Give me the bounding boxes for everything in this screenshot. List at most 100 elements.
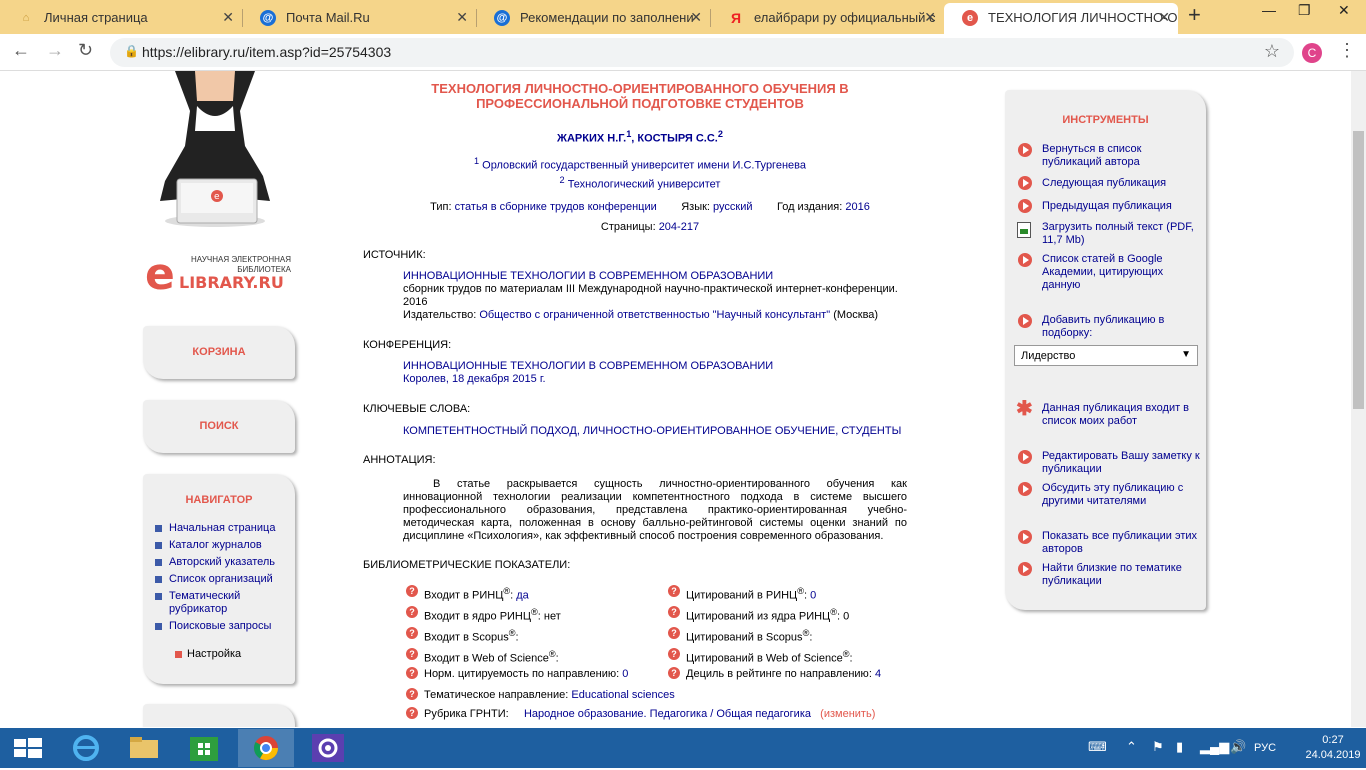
- help-icon[interactable]: ?: [406, 667, 418, 679]
- close-window-icon[interactable]: ✕: [1338, 2, 1350, 19]
- tool-add-to-collection[interactable]: Добавить публикацию в подборку:: [1042, 314, 1202, 340]
- scrollbar-thumb[interactable]: [1353, 131, 1364, 409]
- biblio-scopus: ? Входит в Scopus®:: [406, 627, 519, 644]
- taskbar-ie[interactable]: [58, 729, 114, 767]
- forward-icon[interactable]: →: [46, 40, 64, 61]
- author-2[interactable]: КОСТЫРЯ С.С.: [637, 133, 717, 145]
- profile-avatar[interactable]: C: [1302, 43, 1322, 63]
- tab-yandex-search[interactable]: Я елайбрари ру официальный с ✕: [710, 3, 944, 34]
- search-box[interactable]: ПОИСК: [143, 400, 295, 453]
- close-icon[interactable]: ✕: [1158, 3, 1170, 32]
- tab-title: елайбрари ру официальный с: [754, 10, 936, 25]
- tool-all-author-pubs[interactable]: Показать все публикации этих авторов: [1042, 530, 1202, 556]
- minimize-icon[interactable]: —: [1262, 2, 1276, 18]
- logo-tagline: НАУЧНАЯ ЭЛЕКТРОННАЯ БИБЛИОТЕКА: [191, 255, 291, 274]
- nav-item-settings[interactable]: Настройка: [175, 648, 241, 660]
- affil-1[interactable]: Орловский государственный университет им…: [482, 160, 806, 172]
- help-icon[interactable]: ?: [668, 606, 680, 618]
- signal-icon[interactable]: ▂▄▆: [1200, 739, 1229, 755]
- nav-item-organizations[interactable]: Список организаций: [155, 573, 285, 586]
- close-icon[interactable]: ✕: [690, 3, 702, 32]
- play-icon: [1018, 482, 1032, 496]
- address-bar[interactable]: 🔒 https://elibrary.ru/item.asp?id=257543…: [110, 38, 1294, 67]
- biblio-scopus-citations: ? Цитирований в Scopus®:: [668, 627, 812, 644]
- girl-laptop-illustration: e: [160, 71, 270, 227]
- affil-2-sup: 2: [559, 174, 565, 185]
- restore-icon[interactable]: ❐: [1298, 2, 1311, 19]
- taskbar-settings[interactable]: [300, 729, 356, 767]
- help-icon[interactable]: ?: [668, 648, 680, 660]
- help-icon[interactable]: ?: [668, 667, 680, 679]
- url-text[interactable]: https://elibrary.ru/item.asp?id=25754303: [142, 44, 391, 60]
- close-icon[interactable]: ✕: [924, 3, 936, 32]
- tab-personal-page[interactable]: ⌂ Личная страница ✕: [0, 3, 242, 34]
- close-icon[interactable]: ✕: [222, 3, 234, 32]
- tool-discuss[interactable]: Обсудить эту публикацию с другими читате…: [1042, 482, 1202, 508]
- tool-edit-note[interactable]: Редактировать Вашу заметку к публикации: [1042, 450, 1202, 476]
- start-button[interactable]: [0, 729, 56, 767]
- conference-title[interactable]: ИННОВАЦИОННЫЕ ТЕХНОЛОГИИ В СОВРЕМЕННОМ О…: [403, 360, 903, 373]
- taskbar-chrome[interactable]: [238, 729, 294, 767]
- source-title[interactable]: ИННОВАЦИОННЫЕ ТЕХНОЛОГИИ В СОВРЕМЕННОМ О…: [403, 270, 903, 283]
- collection-select[interactable]: Лидерство ▼: [1014, 345, 1198, 366]
- back-icon[interactable]: ←: [12, 40, 30, 61]
- help-icon[interactable]: ?: [668, 585, 680, 597]
- tool-back-to-author[interactable]: Вернуться в список публикаций автора: [1042, 143, 1202, 169]
- taskbar-store[interactable]: [176, 729, 232, 767]
- tab-elibrary-active[interactable]: e ТЕХНОЛОГИЯ ЛИЧНОСТНО-О ✕: [944, 3, 1178, 34]
- help-icon[interactable]: ?: [406, 707, 418, 719]
- nav-item-rubricator[interactable]: Тематический рубрикатор: [155, 590, 285, 616]
- nav-item-home[interactable]: Начальная страница: [155, 522, 285, 535]
- kebab-menu-icon[interactable]: ⋮: [1338, 40, 1356, 61]
- close-icon[interactable]: ✕: [456, 3, 468, 32]
- nav-item-authors[interactable]: Авторский указатель: [155, 556, 285, 569]
- tool-next-publication[interactable]: Следующая публикация: [1042, 177, 1202, 190]
- nav-item-queries[interactable]: Поисковые запросы: [155, 620, 285, 633]
- keywords-links[interactable]: КОМПЕТЕНТНОСТНЫЙ ПОДХОД, ЛИЧНОСТНО-ОРИЕН…: [403, 425, 903, 438]
- keyboard-icon[interactable]: ⌨: [1088, 739, 1107, 755]
- cart-link[interactable]: КОРЗИНА: [143, 346, 295, 358]
- publication-title: ТЕХНОЛОГИЯ ЛИЧНОСТНО-ОРИЕНТИРОВАННОГО ОБ…: [431, 81, 849, 111]
- tool-similar-pubs[interactable]: Найти близкие по тематике публикации: [1042, 562, 1202, 588]
- tool-download-pdf[interactable]: Загрузить полный текст (PDF, 11,7 Mb): [1042, 221, 1202, 247]
- tab-mail[interactable]: @ Почта Mail.Ru ✕: [242, 3, 476, 34]
- author-1[interactable]: ЖАРКИХ Н.Г.: [557, 133, 626, 145]
- bookmark-star-icon[interactable]: ☆: [1264, 41, 1280, 62]
- battery-icon[interactable]: ▮: [1176, 739, 1183, 755]
- help-icon[interactable]: ?: [406, 688, 418, 700]
- vertical-scrollbar[interactable]: [1351, 71, 1366, 727]
- grnti-change-link[interactable]: (изменить): [820, 708, 875, 720]
- help-icon[interactable]: ?: [406, 648, 418, 660]
- clock[interactable]: 0:27 24.04.2019: [1303, 733, 1363, 763]
- help-icon[interactable]: ?: [668, 627, 680, 639]
- tab-recommendations[interactable]: @ Рекомендации по заполнени ✕: [476, 3, 710, 34]
- tool-my-works[interactable]: Данная публикация входит в список моих р…: [1042, 402, 1202, 428]
- asterisk-icon: ✱: [1016, 398, 1033, 420]
- cart-box[interactable]: КОРЗИНА: [143, 326, 295, 379]
- nav-item-journals[interactable]: Каталог журналов: [155, 539, 285, 552]
- taskbar-explorer[interactable]: [116, 729, 172, 767]
- flag-icon[interactable]: ⚑: [1152, 739, 1164, 755]
- yandex-icon: Я: [730, 10, 742, 26]
- elibrary-logo[interactable]: e НАУЧНАЯ ЭЛЕКТРОННАЯ БИБЛИОТЕКА LIBRARY…: [145, 251, 295, 301]
- tool-google-scholar[interactable]: Список статей в Google Академии, цитирую…: [1042, 253, 1202, 292]
- play-icon: [1018, 176, 1032, 190]
- search-link[interactable]: ПОИСК: [143, 420, 295, 432]
- reload-icon[interactable]: ↻: [78, 40, 93, 61]
- help-icon[interactable]: ?: [406, 627, 418, 639]
- affil-1-sup: 1: [474, 156, 480, 166]
- pages-line: Страницы: 204-217: [360, 221, 940, 233]
- help-icon[interactable]: ?: [406, 606, 418, 618]
- chevron-up-icon[interactable]: ⌃: [1126, 739, 1137, 755]
- language-indicator[interactable]: РУС: [1254, 742, 1276, 754]
- tool-prev-publication[interactable]: Предыдущая публикация: [1042, 200, 1202, 213]
- affil-2[interactable]: Технологический университет: [568, 178, 721, 190]
- publisher-value[interactable]: Общество с ограниченной ответственностью…: [479, 309, 830, 321]
- grnti-value[interactable]: Народное образование. Педагогика / Общая…: [524, 708, 811, 720]
- tab-title: Личная страница: [44, 10, 148, 25]
- new-tab-button[interactable]: +: [1188, 2, 1201, 28]
- volume-icon[interactable]: 🔊: [1230, 739, 1246, 755]
- lang-value: русский: [713, 201, 753, 213]
- navigator-title: НАВИГАТОР: [185, 494, 253, 506]
- help-icon[interactable]: ?: [406, 585, 418, 597]
